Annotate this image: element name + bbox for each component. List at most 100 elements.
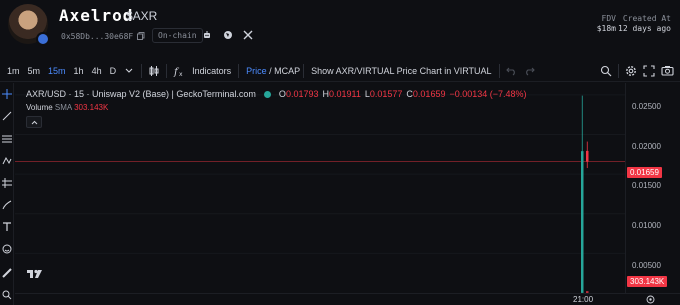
low-value: 0.01577: [369, 89, 403, 99]
fib-retracement-icon: [1, 135, 12, 142]
candles-icon: [149, 65, 159, 76]
fib-tool[interactable]: [0, 132, 13, 145]
forecast-icon: [1, 177, 12, 188]
undo-button[interactable]: [503, 60, 521, 82]
chart-legend: AXR/USD · 15 · Uniswap V2 (Base) | Gecko…: [26, 89, 527, 99]
toolbar-divider: [238, 63, 240, 78]
trendline-tool[interactable]: [0, 109, 13, 122]
close-value: 0.01659: [412, 89, 446, 99]
pattern-icon: [2, 156, 11, 164]
interval-4h[interactable]: 4h: [88, 60, 106, 82]
created-at-value: 12 days ago: [618, 24, 671, 33]
interval-d[interactable]: D: [106, 60, 121, 82]
open-value: 0.01793: [285, 89, 319, 99]
indicators-button[interactable]: Indicators: [188, 60, 235, 82]
brush-icon: [2, 200, 11, 209]
volume-label: Volume: [26, 103, 53, 112]
fullscreen-button[interactable]: [640, 60, 658, 82]
chevron-up-icon: [31, 120, 37, 124]
fullscreen-icon: [643, 64, 655, 77]
emoji-tool[interactable]: [0, 242, 13, 255]
function-icon: fx: [173, 67, 183, 77]
redo-icon: [526, 67, 535, 75]
chevron-down-icon: [125, 68, 133, 73]
show-pair-chart-button[interactable]: Show AXR/VIRTUAL Price Chart in VIRTUAL: [307, 60, 495, 82]
text-tool[interactable]: [0, 220, 13, 233]
bot-icon[interactable]: [202, 30, 212, 40]
high-value: 0.01911: [328, 89, 361, 99]
contract-address[interactable]: 0x58Db...30e68F: [56, 29, 150, 43]
token-header: Axelrod $AXR 0x58Db...30e68F On-chain FD…: [0, 0, 680, 56]
camera-icon: [660, 66, 674, 76]
mcap-label[interactable]: / MCAP: [267, 66, 300, 76]
time-axis[interactable]: 21:00: [15, 293, 680, 305]
copy-icon[interactable]: [137, 32, 145, 40]
market-status-dot: [263, 90, 271, 98]
brush-tool[interactable]: [0, 198, 13, 211]
interval-dropdown[interactable]: [120, 60, 138, 82]
crosshair-icon: [1, 88, 12, 99]
interval-5m[interactable]: 5m: [24, 60, 45, 82]
sma-label: SMA: [54, 103, 72, 112]
ruler-tool[interactable]: [0, 266, 13, 279]
settings-button[interactable]: [622, 60, 640, 82]
open-label: O: [278, 89, 286, 99]
axis-settings-icon[interactable]: [646, 295, 655, 304]
price-tick: 0.02500: [632, 102, 661, 111]
globe-icon[interactable]: [223, 30, 233, 40]
chart-canvas[interactable]: [15, 83, 625, 293]
screenshot-button[interactable]: [658, 60, 676, 82]
svg-text:x: x: [179, 71, 183, 77]
price-axis[interactable]: 0.02500 0.02000 0.01500 0.01000 0.00500 …: [625, 83, 680, 293]
price-tick: 0.01500: [632, 181, 661, 190]
contract-address-text: 0x58Db...30e68F: [61, 31, 134, 41]
price-chart[interactable]: AXR/USD · 15 · Uniswap V2 (Base) | Gecko…: [15, 83, 625, 293]
fdv-label: FDV: [601, 14, 616, 23]
zoom-button[interactable]: [597, 60, 615, 82]
pair-title: AXR/USD · 15 · Uniswap V2 (Base) | Gecko…: [26, 89, 256, 99]
price-label[interactable]: Price: [246, 66, 267, 76]
interval-1h[interactable]: 1h: [70, 60, 88, 82]
price-tick: 0.01000: [632, 221, 661, 230]
x-icon[interactable]: [243, 30, 253, 40]
interval-15m[interactable]: 15m: [44, 60, 70, 82]
text-icon: [2, 221, 11, 231]
fdv-stat: FDV $18m: [578, 14, 616, 33]
undo-icon: [506, 67, 515, 75]
tradingview-logo[interactable]: [27, 269, 43, 282]
trendline-icon: [2, 111, 11, 120]
toolbar-divider: [303, 63, 305, 78]
created-at-stat: Created At 12 days ago: [616, 14, 671, 33]
indicators-icon-button[interactable]: fx: [170, 60, 188, 82]
crosshair-tool[interactable]: [0, 87, 13, 100]
chain-badge-icon: [36, 32, 50, 46]
chart-type-button[interactable]: [145, 60, 163, 82]
time-label: 21:00: [573, 295, 594, 304]
redo-button[interactable]: [521, 60, 539, 82]
zoom-in-tool[interactable]: [0, 288, 13, 301]
current-price-tag: 0.01659: [627, 167, 662, 178]
zoom-in-icon: [2, 290, 11, 299]
interval-1m[interactable]: 1m: [3, 60, 24, 82]
fdv-value: $18m: [596, 24, 616, 33]
smiley-icon: [2, 244, 11, 253]
volume-value: 303.143K: [74, 103, 109, 112]
tradingview-logo-icon: [27, 269, 42, 278]
collapse-legend-button[interactable]: [26, 116, 42, 128]
token-name: Axelrod: [59, 6, 134, 25]
price-toggle[interactable]: Price / MCAP: [242, 60, 300, 82]
pattern-tool[interactable]: [0, 154, 13, 167]
current-volume-tag: 303.143K: [627, 276, 668, 287]
onchain-pill[interactable]: On-chain: [152, 28, 203, 43]
change-value: −0.00134 (−7.48%): [449, 89, 527, 99]
candle-body: [581, 151, 584, 293]
toolbar-divider: [166, 63, 168, 78]
toolbar-divider: [618, 63, 619, 78]
price-tick: 0.00500: [632, 261, 661, 270]
created-at-label: Created At: [622, 14, 671, 23]
drawing-toolbar: [0, 83, 14, 305]
magnifier-icon: [600, 65, 612, 76]
volume-legend: Volume SMA 303.143K: [26, 103, 108, 112]
forecast-tool[interactable]: [0, 176, 13, 189]
ruler-icon: [1, 267, 12, 278]
